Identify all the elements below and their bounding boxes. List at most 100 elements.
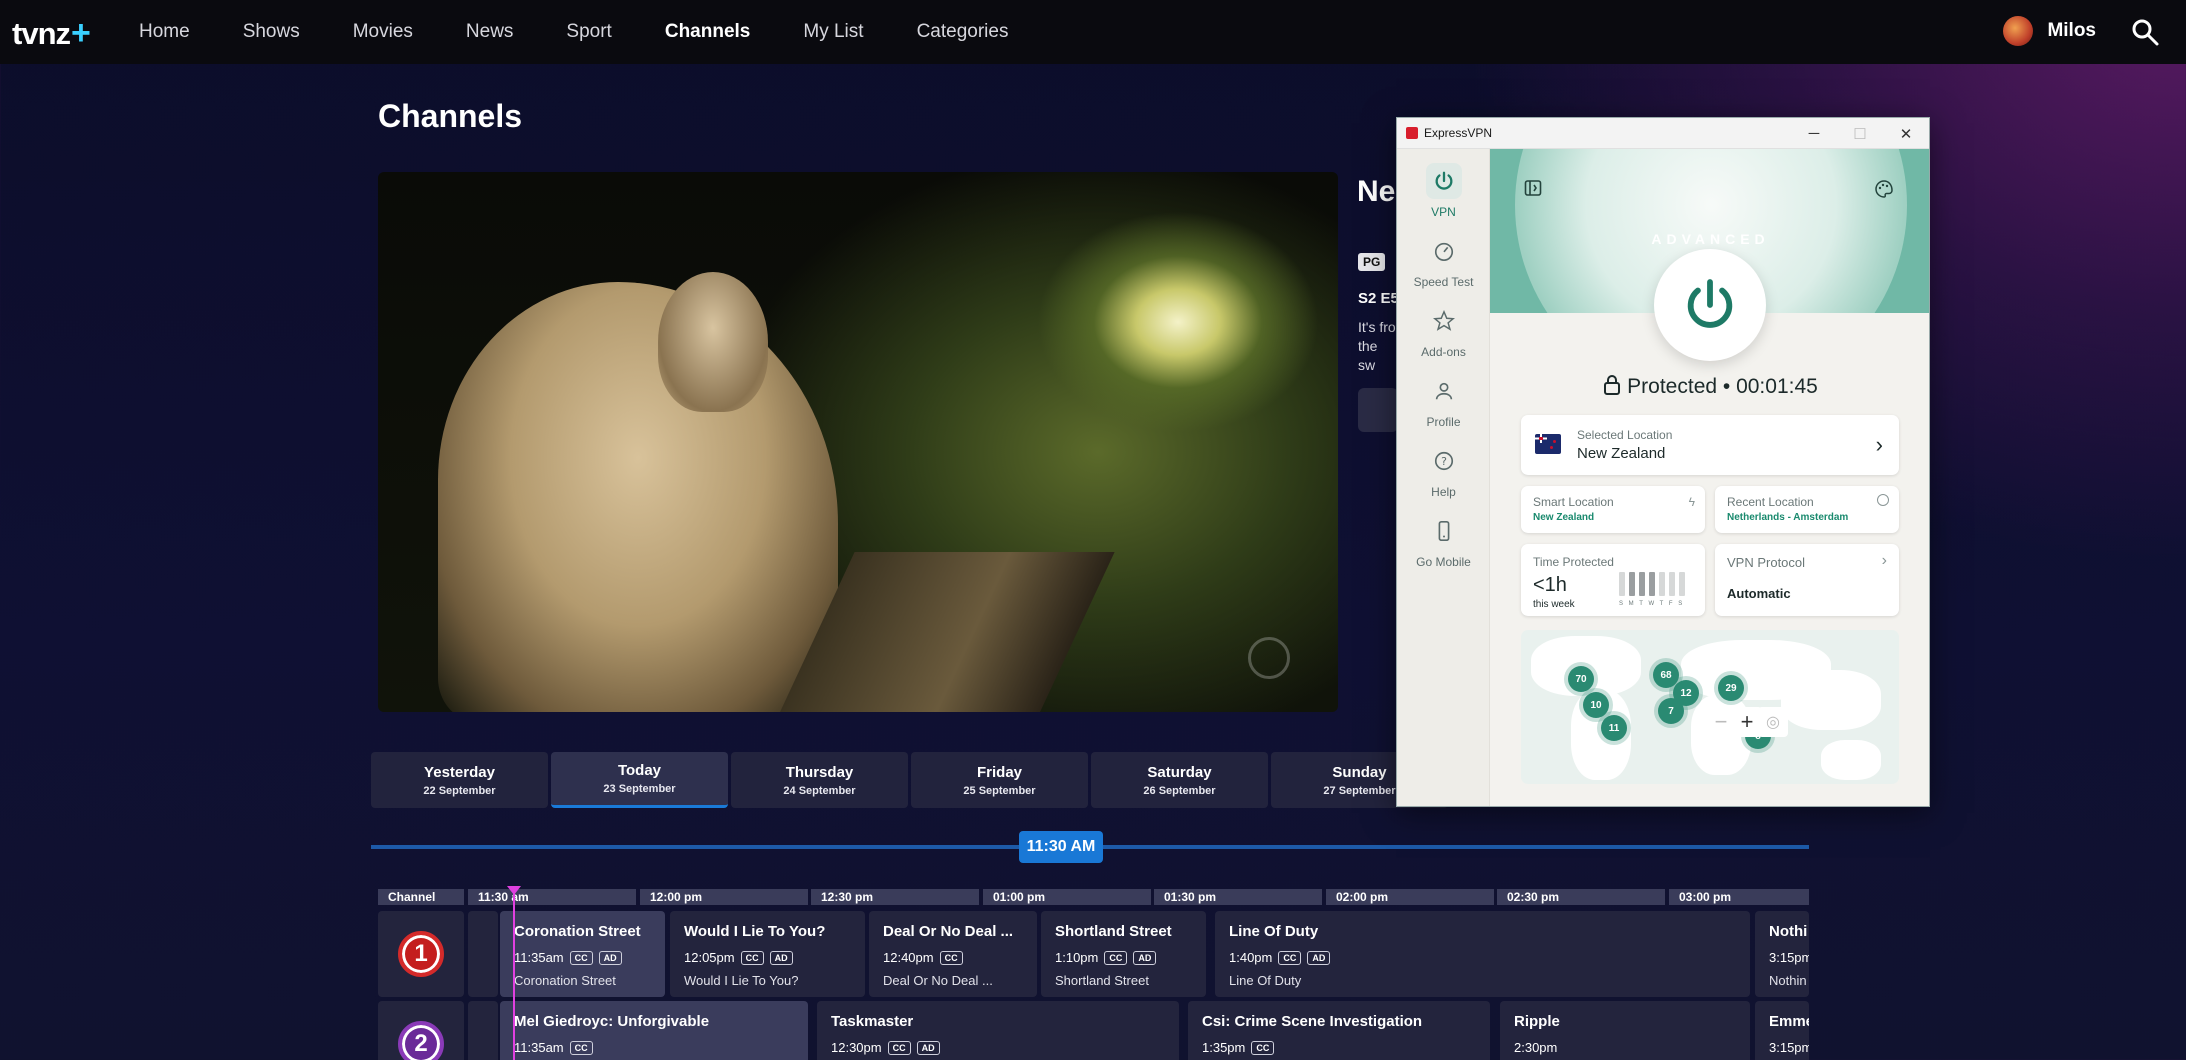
tab-friday[interactable]: Friday 25 September	[911, 752, 1088, 808]
nav-news[interactable]: News	[466, 21, 514, 43]
more-info-button[interactable]	[1358, 388, 1398, 432]
palette-icon[interactable]	[1874, 179, 1894, 199]
sidebar-item-speed-test[interactable]: Speed Test	[1397, 233, 1490, 289]
selected-location-value: New Zealand	[1577, 445, 1666, 462]
person-icon	[1426, 373, 1462, 409]
protocol-label: VPN Protocol	[1727, 555, 1806, 570]
week-days-label: S M T W T F S	[1619, 601, 1685, 607]
nav-home[interactable]: Home	[139, 21, 190, 43]
sidebar-item-profile[interactable]: Profile	[1397, 373, 1490, 429]
channel-2-logo[interactable]: 2	[378, 1001, 464, 1060]
maximize-icon[interactable]: ☐	[1837, 118, 1883, 149]
program-cell[interactable]: Ripple 2:30pm	[1500, 1001, 1750, 1060]
program-cell[interactable]: Deal Or No Deal ... 12:40pm CC Deal Or No…	[869, 911, 1037, 997]
window-titlebar[interactable]: ExpressVPN ─ ☐ ✕	[1397, 118, 1929, 149]
program-cell[interactable]: Csi: Crime Scene Investigation 1:35pm CC	[1188, 1001, 1490, 1060]
guide-header-time: 11:30 am	[468, 889, 636, 905]
program-cell[interactable]: Emme 3:15pm	[1755, 1001, 1809, 1060]
guide-header-time: 02:00 pm	[1326, 889, 1494, 905]
nz-flag-icon	[1535, 434, 1561, 454]
guide-header-time: 12:30 pm	[811, 889, 979, 905]
program-cell[interactable]: Mel Giedroyc: Unforgivable 11:35am CC	[500, 1001, 808, 1060]
recent-location-label: Recent Location	[1727, 495, 1814, 509]
time-protected-card: Time Protected <1h this week S M T W T F…	[1521, 544, 1705, 616]
tab-thursday[interactable]: Thursday 24 September	[731, 752, 908, 808]
channel-1-logo[interactable]: 1	[378, 911, 464, 997]
program-cell[interactable]: Shortland Street 1:10pm CC AD Shortland St…	[1041, 911, 1206, 997]
map-pin[interactable]: 11	[1601, 715, 1627, 741]
video-player[interactable]	[378, 172, 1338, 712]
program-cell[interactable]	[468, 911, 498, 997]
protocol-value: Automatic	[1727, 586, 1791, 601]
guide-header-time: 01:30 pm	[1154, 889, 1322, 905]
tvnz-logo[interactable]: tvnz+	[12, 14, 91, 53]
connect-button[interactable]	[1654, 249, 1766, 361]
tab-today[interactable]: Today 23 September	[551, 752, 728, 808]
nav-categories[interactable]: Categories	[917, 21, 1009, 43]
chevron-right-icon: ›	[1881, 552, 1887, 569]
expressvpn-window: ExpressVPN ─ ☐ ✕ VPN Speed Test Add-ons	[1396, 117, 1930, 807]
collapse-sidebar-icon[interactable]	[1524, 179, 1542, 197]
power-icon	[1687, 279, 1733, 328]
sidebar-item-vpn[interactable]: VPN	[1397, 163, 1490, 219]
channel-number: 2	[398, 1021, 444, 1060]
protocol-mode-label: ADVANCED	[1651, 231, 1770, 247]
sidebar-label: VPN	[1431, 205, 1456, 219]
map-pin[interactable]: 10	[1583, 692, 1609, 718]
server-map[interactable]: 70 10 11 68 12 7 29 8 − + ◎	[1521, 630, 1899, 784]
phone-icon	[1426, 513, 1462, 549]
nav-channels[interactable]: Channels	[665, 21, 751, 43]
vpn-protocol-card[interactable]: VPN Protocol Automatic ›	[1715, 544, 1899, 616]
program-cell[interactable]: Line Of Duty 1:40pm CC AD Line Of Duty	[1215, 911, 1750, 997]
program-cell[interactable]: Would I Lie To You? 12:05pm CC AD Would I …	[670, 911, 865, 997]
sidebar-item-add-ons[interactable]: Add-ons	[1397, 303, 1490, 359]
selected-location-card[interactable]: Selected Location New Zealand ›	[1521, 415, 1899, 475]
time-protected-label: Time Protected	[1533, 555, 1614, 569]
user-menu[interactable]: Milos	[2003, 16, 2096, 46]
nav-movies[interactable]: Movies	[353, 21, 413, 43]
map-pin[interactable]: 70	[1568, 666, 1594, 692]
program-description: It's fro the sw	[1358, 319, 1396, 373]
program-cell[interactable]	[468, 1001, 498, 1060]
minimize-icon[interactable]: ─	[1791, 118, 1837, 149]
vpn-main-panel: ADVANCED Protected • 00:01:45 Selected L…	[1490, 149, 1929, 806]
speedometer-icon	[1426, 233, 1462, 269]
channel-number: 1	[398, 931, 444, 977]
guide-header-time: 12:00 pm	[640, 889, 808, 905]
search-icon[interactable]	[2130, 17, 2160, 47]
sidebar-label: Add-ons	[1421, 345, 1466, 359]
user-name: Milos	[2047, 20, 2096, 41]
tab-saturday[interactable]: Saturday 26 September	[1091, 752, 1268, 808]
close-icon[interactable]: ✕	[1883, 118, 1929, 149]
smart-location-value: New Zealand	[1533, 512, 1595, 523]
map-pin[interactable]: 29	[1718, 675, 1744, 701]
video-frame-head	[658, 272, 768, 412]
program-cell[interactable]: Nothi 3:15pm Nothin	[1755, 911, 1809, 997]
connection-status: Protected • 00:01:45	[1490, 375, 1929, 399]
program-cell[interactable]: Taskmaster 12:30pm CC AD	[817, 1001, 1179, 1060]
status-text: Protected • 00:01:45	[1627, 375, 1818, 398]
help-icon: ?	[1426, 443, 1462, 479]
sidebar-item-go-mobile[interactable]: Go Mobile	[1397, 513, 1490, 569]
tab-yesterday[interactable]: Yesterday 22 September	[371, 752, 548, 808]
sidebar-item-help[interactable]: ? Help	[1397, 443, 1490, 499]
map-pin[interactable]: 7	[1658, 698, 1684, 724]
current-time-badge[interactable]: 11:30 AM	[1019, 831, 1103, 863]
smart-location-card[interactable]: Smart Location New Zealand ϟ	[1521, 486, 1705, 533]
program-title: Ne Re	[1357, 175, 1397, 208]
recent-location-card[interactable]: Recent Location Netherlands - Amsterdam	[1715, 486, 1899, 533]
week-bar-chart	[1619, 572, 1685, 596]
guide-header-time: 02:30 pm	[1497, 889, 1665, 905]
nav-sport[interactable]: Sport	[566, 21, 611, 43]
current-time-indicator	[513, 889, 515, 1060]
nav-my-list[interactable]: My List	[803, 21, 863, 43]
time-protected-sub: this week	[1533, 599, 1575, 610]
guide-header-time: 01:00 pm	[983, 889, 1151, 905]
nav-shows[interactable]: Shows	[243, 21, 300, 43]
recenter-icon[interactable]: ◎	[1758, 707, 1788, 737]
lock-icon	[1604, 375, 1621, 395]
program-cell[interactable]: Coronation Street 11:35am CC AD Coronation…	[500, 911, 665, 997]
sidebar-label: Help	[1431, 485, 1456, 499]
avatar	[2003, 16, 2034, 46]
sidebar-label: Go Mobile	[1416, 555, 1471, 569]
